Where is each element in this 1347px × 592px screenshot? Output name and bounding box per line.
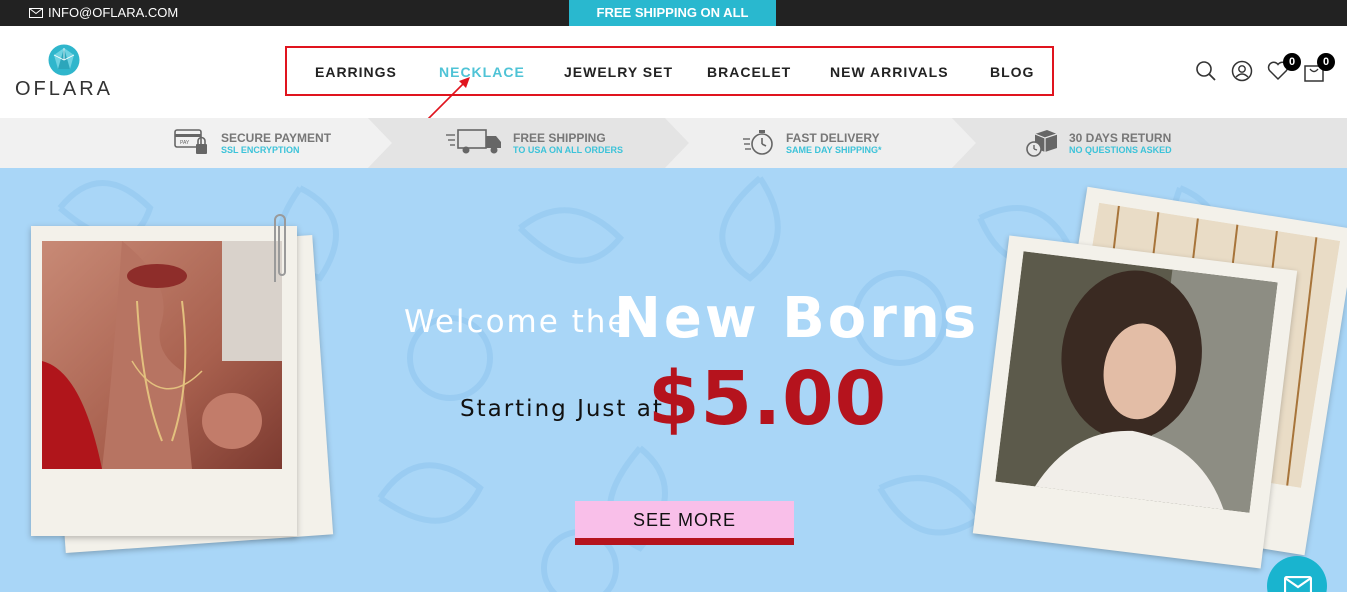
site-logo[interactable]: OFLARA [12, 44, 116, 104]
main-navigation: EARRINGS NECKLACE JEWELRY SET BRACELET N… [285, 46, 1054, 96]
benefit-subtitle: NO QUESTIONS ASKED [1069, 145, 1172, 155]
nav-bracelet[interactable]: BRACELET [707, 64, 791, 80]
secure-card-icon: PAY [174, 129, 207, 154]
see-more-button[interactable]: SEE MORE [575, 501, 794, 545]
woman-portrait-photo [995, 251, 1278, 513]
benefit-title: SECURE PAYMENT [221, 131, 332, 145]
benefit-fast-delivery: FAST DELIVERY SAME DAY SHIPPING* [742, 118, 922, 168]
benefit-subtitle: SSL ENCRYPTION [221, 145, 300, 155]
polaroid-left [31, 214, 297, 536]
top-bar: INFO@OFLARA.COM FREE SHIPPING ON ALL ORD… [0, 0, 1347, 46]
hero-banner[interactable]: Welcome the New Borns Starting Just at $… [0, 168, 1347, 592]
benefits-bar: PAY SECURE PAYMENT SSL ENCRYPTION FREE S… [0, 118, 1347, 168]
wishlist-count-badge: 0 [1283, 53, 1301, 71]
hero-headline: New Borns [614, 286, 980, 351]
paperclip-icon [274, 214, 286, 282]
nav-blog[interactable]: BLOG [990, 64, 1034, 80]
benefit-title: FREE SHIPPING [513, 131, 606, 145]
polaroid-right [972, 235, 1298, 569]
benefit-title: 30 DAYS RETURN [1069, 131, 1172, 145]
stopwatch-icon [743, 130, 773, 155]
svg-text:PAY: PAY [180, 140, 190, 146]
benefit-30-days-return: 30 DAYS RETURN NO QUESTIONS ASKED [1025, 118, 1205, 168]
logo-text: OFLARA [14, 78, 114, 100]
account-icon[interactable] [1231, 60, 1253, 82]
nav-earrings[interactable]: EARRINGS [315, 64, 397, 80]
return-box-icon [1026, 130, 1058, 157]
benefit-secure-payment: PAY SECURE PAYMENT SSL ENCRYPTION [174, 118, 364, 168]
truck-icon [446, 129, 501, 154]
envelope-icon [1284, 576, 1312, 592]
hero-price: $5.00 [648, 356, 888, 442]
diamond-logo-icon [48, 44, 80, 76]
contact-email[interactable]: INFO@OFLARA.COM [29, 5, 178, 20]
nav-jewelry-set[interactable]: JEWELRY SET [564, 64, 673, 80]
benefit-subtitle: TO USA ON ALL ORDERS [513, 145, 624, 155]
benefit-subtitle: SAME DAY SHIPPING* [786, 145, 882, 155]
hero-starting-text: Starting Just at [460, 396, 664, 422]
email-text[interactable]: INFO@OFLARA.COM [48, 5, 178, 20]
hero-welcome-text: Welcome the [404, 304, 629, 340]
necklace-model-photo [42, 241, 282, 469]
free-shipping-banner[interactable]: FREE SHIPPING ON ALL ORDERS [569, 0, 776, 46]
site-header: OFLARA EARRINGS NECKLACE JEWELRY SET BRA… [0, 26, 1347, 118]
search-icon[interactable] [1195, 60, 1217, 82]
benefit-free-shipping: FREE SHIPPING TO USA ON ALL ORDERS [444, 118, 644, 168]
benefit-title: FAST DELIVERY [786, 131, 880, 145]
nav-new-arrivals[interactable]: NEW ARRIVALS [830, 64, 949, 80]
mail-icon [29, 7, 43, 18]
cart-count-badge: 0 [1317, 53, 1335, 71]
